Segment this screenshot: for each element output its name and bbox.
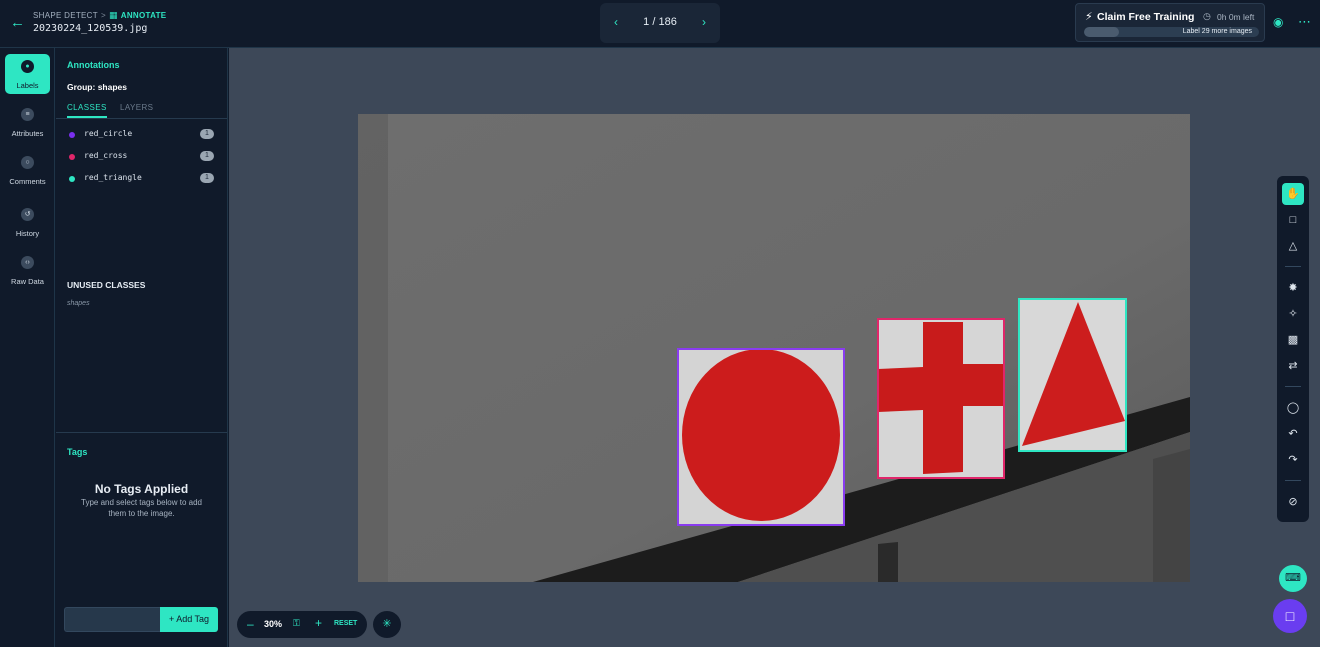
class-name: red_cross: [84, 151, 128, 160]
breadcrumb: SHAPE DETECT > ▦ ANNOTATE: [33, 10, 166, 21]
bounding-box-red-triangle[interactable]: [1018, 298, 1127, 452]
image-filename: 20230224_120539.jpg: [33, 23, 148, 34]
class-count-badge: 1: [200, 129, 214, 139]
tab-classes[interactable]: CLASSES: [67, 103, 107, 118]
group-label: Group: shapes: [67, 82, 127, 92]
class-count-badge: 1: [200, 151, 214, 161]
rail-label-attributes: Attributes: [11, 129, 44, 138]
zoom-level: 30%: [264, 619, 283, 629]
annotated-image[interactable]: [358, 114, 1190, 582]
toolbar-divider: [1285, 386, 1301, 387]
breadcrumb-current: ANNOTATE: [120, 11, 167, 20]
bounding-box-icon[interactable]: □: [1282, 209, 1304, 231]
annotation-canvas[interactable]: – 30% ⚿ + RESET ✳: [229, 48, 1320, 647]
class-row[interactable]: red_triangle 1: [69, 172, 214, 186]
annotations-panel: Annotations Group: shapes CLASSES LAYERS…: [56, 48, 228, 647]
tool-palette: ✋ □ △ ✸ ✧ ▩ ⇄ ◯ ↶ ↷ ⊘: [1277, 176, 1309, 522]
rail-item-attributes[interactable]: ≡ Attributes: [5, 102, 50, 142]
panel-title: Annotations: [67, 60, 120, 70]
rail-label-raw-data: Raw Data: [11, 277, 44, 286]
polygon-icon[interactable]: △: [1282, 235, 1304, 257]
smart-select-icon[interactable]: ✸: [1282, 277, 1304, 299]
tag-input[interactable]: [64, 607, 161, 632]
rail-item-comments[interactable]: ○ Comments: [5, 150, 50, 190]
attributes-icon: ≡: [21, 108, 34, 121]
divider: [56, 432, 227, 433]
hide-icon[interactable]: ⊘: [1282, 491, 1304, 513]
panel-tabs: CLASSES LAYERS: [56, 100, 227, 119]
breadcrumb-project[interactable]: SHAPE DETECT: [33, 11, 98, 20]
rail-item-history[interactable]: ↺ History: [5, 202, 50, 242]
redo-icon[interactable]: ↷: [1282, 449, 1304, 471]
hide-annotations-icon[interactable]: ◉: [1273, 15, 1283, 29]
claim-progress-text: Label 29 more images: [1182, 28, 1252, 35]
image-position: 1 / 186: [643, 16, 677, 28]
rail-label-comments: Comments: [9, 177, 46, 186]
rail-label-labels: Labels: [16, 81, 39, 90]
lock-zoom-icon[interactable]: ⚿: [293, 618, 300, 629]
hand-icon[interactable]: ✋: [1282, 183, 1304, 205]
undo-icon[interactable]: ↶: [1282, 423, 1304, 445]
rail-label-history: History: [15, 229, 40, 238]
more-options-icon[interactable]: ⋯: [1298, 14, 1311, 30]
zoom-controls: – 30% ⚿ + RESET: [237, 611, 367, 638]
add-tag-button[interactable]: + Add Tag: [160, 607, 218, 632]
history-icon: ↺: [21, 208, 34, 221]
keyboard-shortcuts-icon[interactable]: ⌨: [1279, 565, 1307, 592]
clock-icon: ◷: [1203, 11, 1211, 21]
lightning-icon: ⚡: [1085, 11, 1093, 23]
claim-progress-bar: Label 29 more images: [1084, 27, 1259, 37]
auto-box-icon[interactable]: ▩: [1282, 329, 1304, 351]
bounding-box-red-cross[interactable]: [877, 318, 1005, 479]
left-rail: ● Labels ≡ Attributes ○ Comments ↺ Histo…: [0, 48, 55, 647]
tab-layers[interactable]: LAYERS: [120, 103, 153, 112]
annotate-icon: ▦: [108, 10, 118, 20]
class-row[interactable]: red_circle 1: [69, 128, 214, 142]
class-row[interactable]: red_cross 1: [69, 150, 214, 164]
fit-to-screen-icon[interactable]: ✳: [373, 611, 401, 638]
class-name: red_circle: [84, 129, 133, 138]
next-image-icon[interactable]: ›: [697, 13, 711, 31]
breadcrumb-separator: >: [100, 11, 106, 20]
unused-classes-title: UNUSED CLASSES: [67, 280, 146, 290]
toolbar-divider: [1285, 480, 1301, 481]
class-color-dot: [69, 176, 75, 182]
toolbar-divider: [1285, 266, 1301, 267]
time-left: 0h 0m left: [1217, 12, 1255, 22]
convert-icon[interactable]: ⇄: [1282, 355, 1304, 377]
zoom-out-icon[interactable]: –: [247, 617, 254, 631]
top-bar: ← SHAPE DETECT > ▦ ANNOTATE 20230224_120539…: [0, 0, 1320, 48]
image-pager: ‹ 1 / 186 ›: [600, 3, 720, 43]
previous-image-icon[interactable]: ‹: [609, 13, 623, 31]
class-count-badge: 1: [200, 173, 214, 183]
claim-title: Claim Free Training: [1097, 11, 1195, 23]
comments-icon: ○: [21, 156, 34, 169]
back-arrow-icon[interactable]: ←: [10, 14, 25, 32]
tags-title: Tags: [67, 447, 88, 457]
zoom-in-icon[interactable]: +: [315, 616, 322, 630]
chat-support-icon[interactable]: □: [1273, 599, 1307, 633]
reset-zoom-button[interactable]: RESET: [334, 620, 357, 627]
bounding-box-red-circle[interactable]: [677, 348, 845, 526]
class-name: red_triangle: [84, 173, 142, 182]
class-color-dot: [69, 132, 75, 138]
comment-icon[interactable]: ◯: [1282, 397, 1304, 419]
class-color-dot: [69, 154, 75, 160]
rail-item-raw-data[interactable]: ‹› Raw Data: [5, 250, 50, 290]
labels-icon: ●: [21, 60, 34, 73]
unused-class-item[interactable]: shapes: [67, 300, 90, 307]
claim-training-card[interactable]: ⚡ Claim Free Training ◷ 0h 0m left Label…: [1075, 3, 1265, 42]
code-icon: ‹›: [21, 256, 34, 269]
claim-progress-fill: [1084, 27, 1119, 37]
magic-wand-icon[interactable]: ✧: [1282, 303, 1304, 325]
no-tags-title: No Tags Applied: [94, 482, 189, 496]
no-tags-hint: Type and select tags below to add them t…: [81, 498, 202, 518]
rail-item-labels[interactable]: ● Labels: [5, 54, 50, 94]
